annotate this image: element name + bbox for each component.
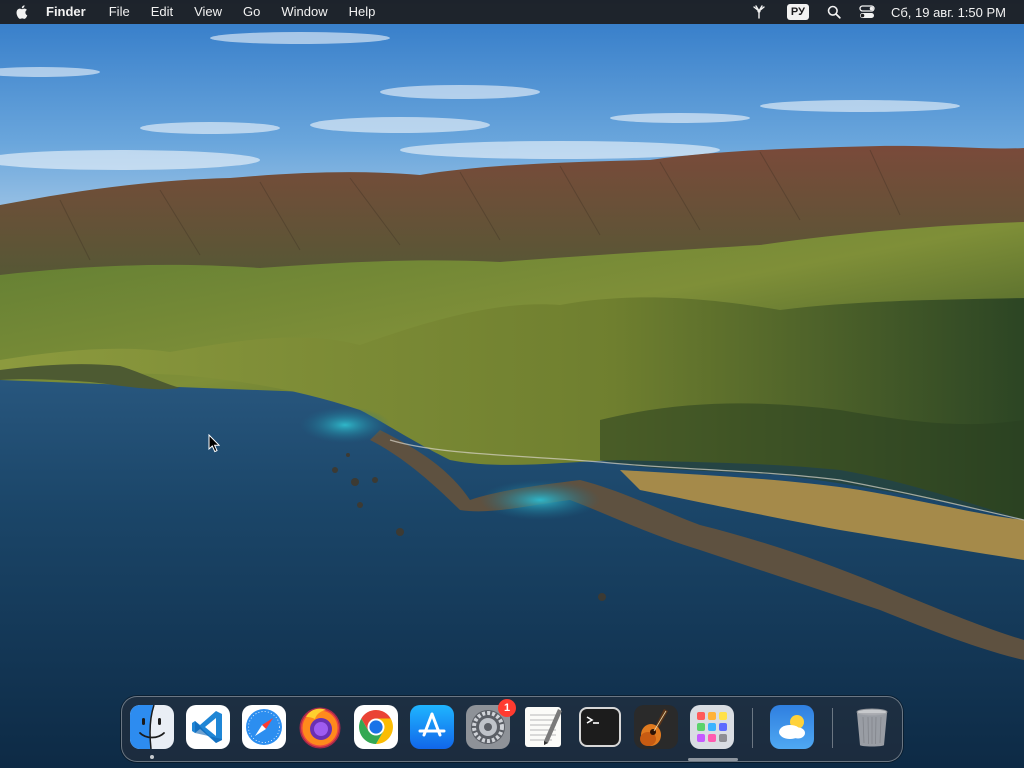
network-status-icon[interactable] [751,0,767,24]
dock-weather[interactable] [770,705,814,749]
menu-app-name[interactable]: Finder [46,0,86,24]
dock-system-settings[interactable]: 1 [466,699,516,749]
terminal-icon [579,707,621,747]
dock-safari[interactable] [242,705,286,749]
apple-logo-icon[interactable] [14,3,30,21]
launchpad-icon [690,705,734,749]
dock-trash[interactable] [850,705,894,749]
spotlight-search-icon[interactable] [827,0,841,24]
menu-file[interactable]: File [109,0,130,24]
menu-edit[interactable]: Edit [151,0,173,24]
trash-icon [856,708,888,747]
dock-textedit[interactable] [522,705,566,749]
mouse-pointer-icon [208,433,221,453]
firefox-icon [299,707,341,749]
menu-bar-clock[interactable]: Сб, 19 авг. 1:50 PM [891,5,1006,20]
dock-separator [752,708,753,748]
app-store-icon [410,705,454,749]
desktop-wallpaper [0,0,1024,768]
dock-app-store[interactable] [410,705,454,749]
menu-go[interactable]: Go [243,0,260,24]
dock-chrome[interactable] [354,705,398,749]
dock-garageband[interactable] [634,705,678,749]
finder-icon [130,705,174,749]
dock: 1 [121,696,903,762]
weather-icon [770,705,814,749]
dock-firefox[interactable] [298,705,342,749]
dock-vscode[interactable] [186,705,230,749]
vscode-icon [186,705,230,749]
control-center-icon[interactable] [859,0,875,24]
finder-running-indicator [150,755,154,759]
dock-separator-2 [832,708,833,748]
notification-badge: 1 [498,699,516,717]
input-source-badge[interactable]: РУ [786,4,809,20]
menu-bar: Finder File Edit View Go Window Help РУ [0,0,1024,24]
garageband-icon [634,705,678,749]
menu-view[interactable]: View [194,0,222,24]
textedit-icon [525,707,562,747]
menu-window[interactable]: Window [281,0,327,24]
chrome-icon [354,705,398,749]
safari-icon [242,705,286,749]
dock-terminal[interactable] [578,705,622,749]
dock-scroll-indicator [688,758,738,761]
menu-help[interactable]: Help [349,0,376,24]
dock-finder[interactable] [130,705,174,749]
dock-launchpad[interactable] [690,705,734,749]
